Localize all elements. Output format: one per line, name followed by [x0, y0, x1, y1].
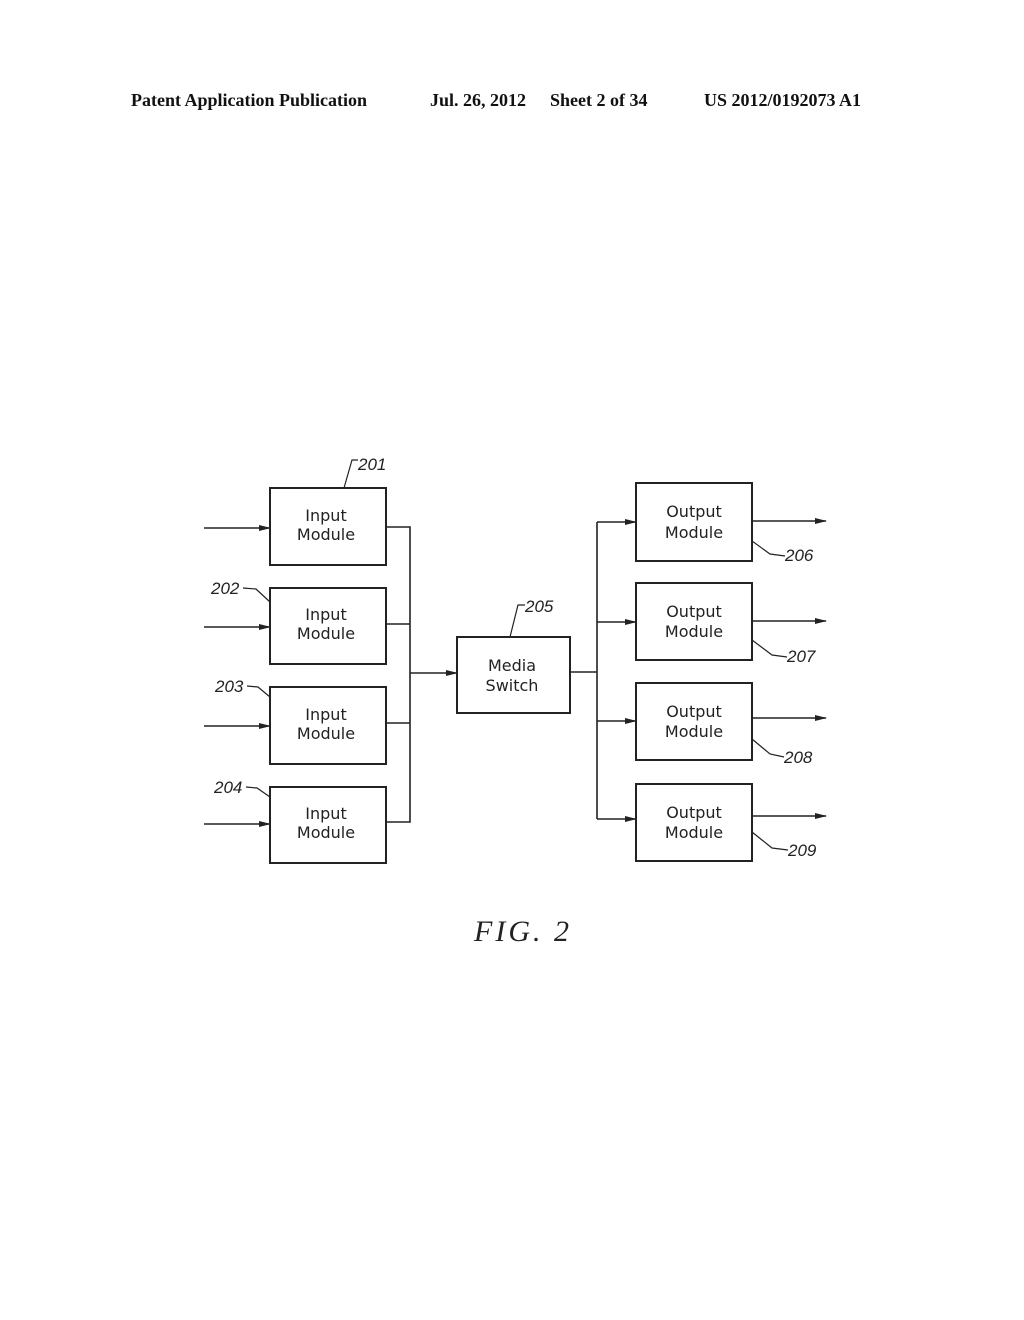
input-module-label-line1: Input — [305, 506, 346, 525]
ref-leader — [242, 587, 271, 603]
media-switch-label-line2: Switch — [486, 676, 539, 695]
ref-207: 207 — [786, 647, 816, 666]
ref-203: 203 — [214, 677, 244, 696]
ref-leader — [343, 459, 358, 489]
figure-caption: FIG. 2 — [473, 915, 572, 948]
input-bus — [386, 526, 458, 823]
ref-leader — [751, 831, 789, 851]
ref-204: 204 — [213, 778, 242, 797]
output-module-207: Output Module 207 — [635, 582, 827, 666]
ref-201: 201 — [357, 455, 386, 474]
input-module-label-line2: Module — [297, 624, 355, 643]
media-switch-205: Media Switch 205 — [456, 597, 571, 714]
output-module-209: Output Module 209 — [635, 783, 827, 862]
ref-leader — [751, 639, 788, 658]
input-module-label-line2: Module — [297, 525, 355, 544]
ref-leader — [246, 685, 271, 698]
ref-leader — [509, 604, 525, 638]
output-module-label-line2: Module — [665, 622, 723, 641]
input-module-label-line1: Input — [305, 804, 346, 823]
output-bus — [570, 519, 637, 822]
input-module-label-line1: Input — [305, 605, 346, 624]
media-switch-label-line1: Media — [488, 656, 536, 675]
ref-leader — [751, 738, 785, 758]
input-module-label-line2: Module — [297, 823, 355, 842]
block-diagram: Input Module 201 Input Module 202 Input … — [204, 455, 827, 948]
output-module-label-line2: Module — [665, 722, 723, 741]
ref-leader — [751, 540, 786, 557]
output-module-label-line1: Output — [666, 602, 722, 621]
ref-209: 209 — [787, 841, 817, 860]
output-module-208: Output Module 208 — [635, 682, 827, 767]
ref-202: 202 — [210, 579, 240, 598]
input-module-203: Input Module 203 — [204, 677, 387, 765]
ref-208: 208 — [783, 748, 813, 767]
output-module-label-line2: Module — [665, 823, 723, 842]
media-switch-box — [456, 636, 571, 714]
input-module-label-line2: Module — [297, 724, 355, 743]
input-module-201: Input Module 201 — [204, 455, 387, 566]
output-module-label-line1: Output — [666, 702, 722, 721]
input-module-202: Input Module 202 — [204, 579, 387, 665]
output-module-label-line2: Module — [665, 523, 723, 542]
ref-205: 205 — [524, 597, 554, 616]
output-module-box — [635, 482, 753, 562]
ref-leader — [245, 786, 271, 798]
ref-206: 206 — [784, 546, 814, 565]
input-module-label-line1: Input — [305, 705, 346, 724]
output-module-206: Output Module 206 — [635, 482, 827, 565]
output-module-label-line1: Output — [666, 502, 722, 521]
output-module-label-line1: Output — [666, 803, 722, 822]
input-module-204: Input Module 204 — [204, 778, 387, 864]
